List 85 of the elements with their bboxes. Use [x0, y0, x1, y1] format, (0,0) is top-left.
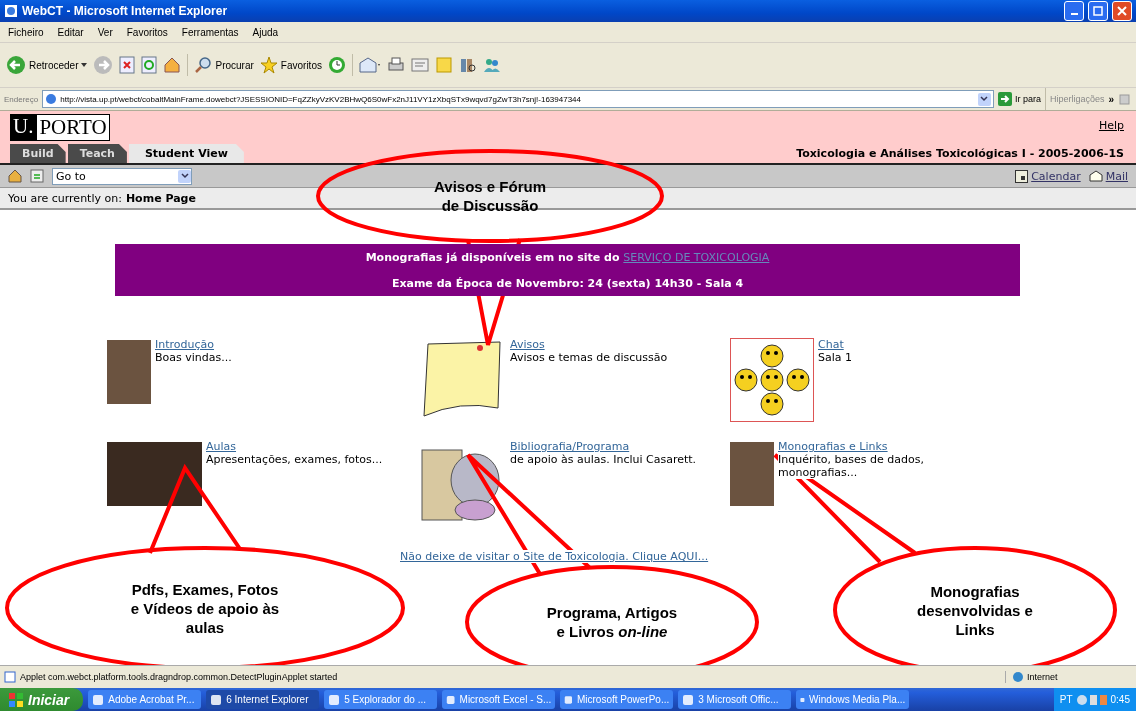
- more-button[interactable]: »: [1108, 93, 1114, 105]
- taskbar-button[interactable]: 5 Explorador do ...: [324, 690, 438, 709]
- calendar-link[interactable]: Calendar: [1015, 169, 1081, 183]
- smiley-faces-icon: [730, 338, 814, 422]
- taskbar-button[interactable]: 3 Microsoft Offic...: [678, 690, 792, 709]
- callout-text: Avisos e Fórum de Discussão: [434, 177, 546, 215]
- minimize-button[interactable]: [1064, 1, 1084, 21]
- history-icon[interactable]: [327, 56, 346, 74]
- print-icon[interactable]: [386, 56, 405, 74]
- security-zone: Internet: [1005, 671, 1132, 683]
- section-description: Boas vindas...: [155, 351, 232, 364]
- clock: 0:45: [1110, 694, 1130, 705]
- tab[interactable]: Student View: [128, 144, 244, 163]
- maximize-icon: [1093, 6, 1103, 16]
- taskbar-button[interactable]: Adobe Acrobat Pr...: [88, 690, 202, 709]
- mail-link[interactable]: Mail: [1088, 169, 1128, 183]
- star-icon: [259, 56, 278, 74]
- callout-text: Programa, Artigos e Livros on-line: [546, 603, 678, 641]
- browser-icon: [4, 4, 18, 18]
- globe-icon: [1012, 671, 1024, 683]
- section-description: de apoio às aulas. Inclui Casarett.: [510, 453, 697, 466]
- tab[interactable]: Teach: [67, 144, 127, 163]
- arrow-icon: [997, 92, 1012, 106]
- section-description: Sala 1: [818, 351, 852, 364]
- breadcrumb: You are currently on: Home Page: [8, 191, 196, 205]
- maximize-button[interactable]: [1088, 1, 1108, 21]
- forward-icon[interactable]: [93, 55, 114, 75]
- language-indicator[interactable]: PT: [1059, 694, 1073, 705]
- menu-item[interactable]: Ferramentas: [181, 25, 239, 39]
- menu-item[interactable]: Ficheiro: [8, 25, 44, 39]
- address-label: Endereço: [4, 94, 39, 104]
- page-icon: [4, 671, 16, 683]
- app-icon: [564, 693, 573, 706]
- back-icon: [6, 55, 26, 75]
- toxicology-site-link[interactable]: Não deixe de visitar o Site de Toxicologia. Clique AQUI...: [400, 550, 709, 563]
- menu-item[interactable]: Ajuda: [252, 25, 279, 39]
- menu-item[interactable]: Ver: [97, 25, 113, 39]
- close-icon: [1117, 6, 1127, 16]
- search-icon: [194, 56, 213, 74]
- research-icon[interactable]: [458, 56, 477, 74]
- minimize-icon: [1070, 13, 1078, 15]
- refresh-icon[interactable]: [141, 56, 158, 74]
- edit-icon[interactable]: [410, 56, 429, 74]
- home-icon[interactable]: [8, 169, 22, 183]
- tray-icon[interactable]: [1076, 693, 1107, 706]
- page-icon: [45, 93, 58, 105]
- status-text: Applet com.webct.platform.tools.dragndrop.common.DetectPluginApplet started: [20, 672, 339, 682]
- app-icon: [92, 693, 105, 706]
- close-button[interactable]: [1112, 1, 1132, 21]
- exam-text: Exame da Época de Novembro: 24 (sexta) 14h30 - Sala 4: [391, 276, 744, 290]
- tab[interactable]: Build: [10, 144, 66, 163]
- caret-icon: [81, 63, 88, 67]
- app-icon: [210, 693, 223, 706]
- window-title: WebCT - Microsoft Internet Explorer: [22, 4, 229, 18]
- banner-text: Monografias já disponíveis em no site do SERVIÇO DE TOXICOLOGIA: [365, 250, 770, 264]
- address-field[interactable]: http://vista.up.pt/webct/cobaltMainFrame.dowebct?JSESSIONID=FqZZkyVzKV2BHwQ6S0wFx2nJ11VY1zXbqSTx9wqvd7gZwT3h7snj!-163947344: [42, 90, 994, 108]
- home-icon[interactable]: [163, 56, 182, 74]
- app-icon: [446, 693, 456, 706]
- taskbar-button[interactable]: 6 Internet Explorer: [206, 690, 320, 709]
- photo-placeholder: [730, 442, 774, 506]
- windows-logo-icon: [8, 691, 24, 708]
- course-title: Toxicologia e Análises Toxicológicas I - 2005-2006-1S: [796, 147, 1124, 160]
- stop-icon[interactable]: [119, 56, 136, 74]
- taskbar-button[interactable]: Windows Media Pla...: [796, 690, 910, 709]
- app-icon: [328, 693, 341, 706]
- search-button[interactable]: Procurar: [194, 56, 254, 74]
- back-button[interactable]: Retroceder: [6, 55, 88, 75]
- callout-text: Monografias desenvolvidas e Links: [917, 581, 1033, 639]
- calendar-icon: [1015, 169, 1029, 183]
- callout-text: Pdfs, Exames, Fotos e Vídeos de apoio às aulas: [130, 579, 280, 637]
- section-description: Avisos e temas de discussão: [510, 351, 668, 364]
- taskbar-button[interactable]: Microsoft PowerPo...: [560, 690, 674, 709]
- app-icon: [682, 693, 695, 706]
- goto-dropdown[interactable]: Go to: [52, 167, 192, 185]
- menu-item[interactable]: Favoritos: [126, 25, 168, 39]
- help-link[interactable]: Help: [1098, 119, 1124, 132]
- menu-item[interactable]: Editar: [57, 25, 84, 39]
- favorites-button[interactable]: Favoritos: [259, 56, 322, 74]
- taskbar-button[interactable]: Microsoft Excel - S...: [442, 690, 556, 709]
- go-button[interactable]: Ir para: [997, 92, 1041, 106]
- logo: U. PORTO: [10, 114, 244, 141]
- messenger-icon[interactable]: [482, 56, 501, 74]
- start-button[interactable]: Iniciar: [0, 688, 84, 711]
- section-description: Apresentações, exames, fotos...: [206, 453, 383, 466]
- photo-placeholder: [107, 340, 151, 404]
